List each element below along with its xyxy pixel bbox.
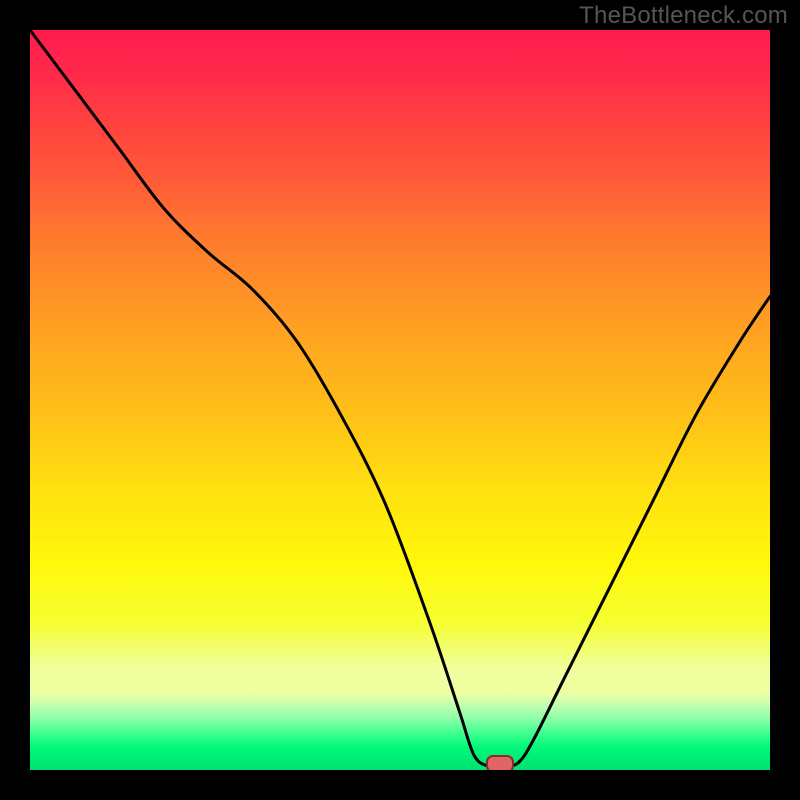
plot-area — [30, 30, 770, 770]
watermark-text: TheBottleneck.com — [579, 2, 788, 30]
bottleneck-curve — [30, 30, 770, 770]
chart-frame: TheBottleneck.com — [0, 0, 800, 800]
optimal-marker — [486, 755, 514, 770]
